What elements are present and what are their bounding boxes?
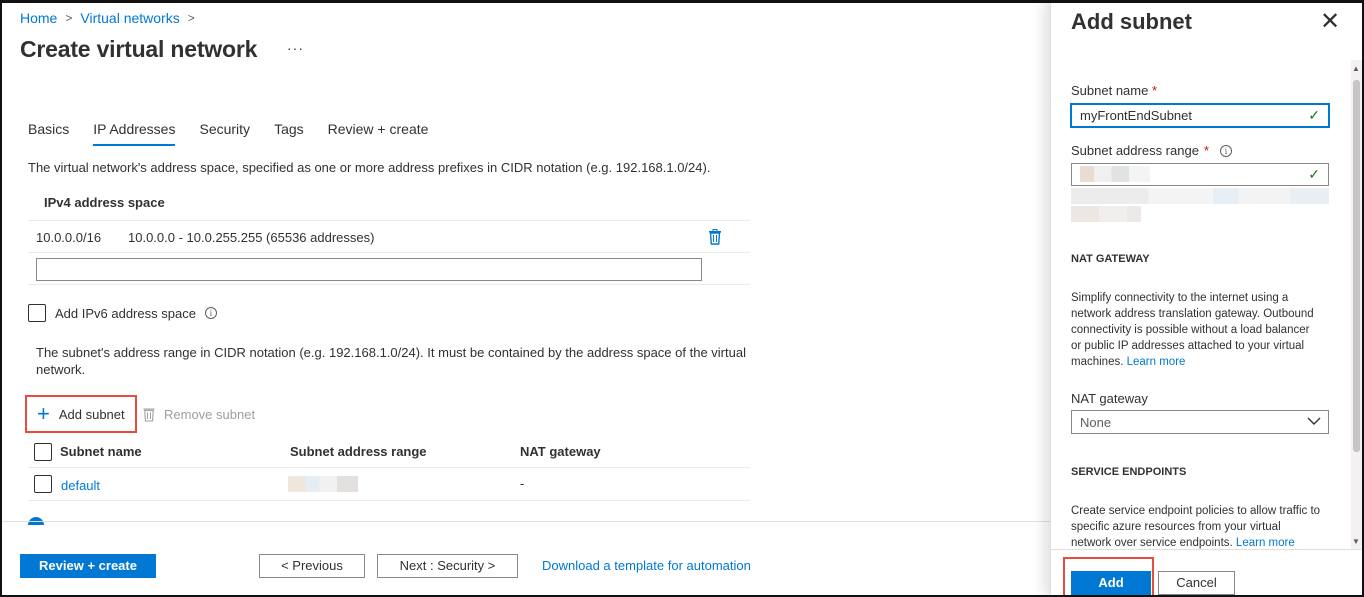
ipv6-label: Add IPv6 address space [55, 305, 196, 321]
cancel-button[interactable]: Cancel [1158, 571, 1235, 595]
close-icon[interactable]: ✕ [1320, 10, 1340, 34]
subnet-name-value: myFrontEndSubnet [1080, 108, 1193, 123]
trash-icon[interactable] [708, 229, 722, 245]
required-mark: * [1203, 143, 1209, 158]
blurred-value [1071, 206, 1141, 222]
table-row: default - [28, 469, 750, 501]
ipv4-table-header: IPv4 address space [28, 188, 750, 221]
review-create-button[interactable]: Review + create [20, 554, 156, 578]
required-mark: * [1151, 83, 1158, 98]
scroll-up-icon[interactable]: ▲ [1352, 64, 1360, 73]
blurred-range [288, 476, 358, 492]
row-checkbox[interactable] [34, 475, 52, 493]
previous-button[interactable]: < Previous [259, 554, 365, 578]
add-subnet-label: Add subnet [58, 406, 125, 422]
tab-review-create[interactable]: Review + create [328, 121, 429, 146]
nat-description-text: Simplify connectivity to the internet us… [1071, 292, 1314, 368]
learn-more-link[interactable]: Learn more [1236, 537, 1295, 549]
blurred-value [1080, 166, 1150, 182]
nat-gateway-label: NAT gateway [1071, 391, 1148, 406]
scrollbar-thumb[interactable] [1353, 80, 1360, 452]
tab-bar: Basics IP Addresses Security Tags Review… [28, 121, 452, 146]
column-subnet-range: Subnet address range [290, 444, 427, 459]
blurred-value [1071, 188, 1329, 204]
nat-gateway-value: None [1080, 415, 1112, 430]
ipv4-range: 10.0.0.0 - 10.0.255.255 (65536 addresses… [128, 230, 375, 245]
service-endpoints-heading: SERVICE ENDPOINTS [1071, 466, 1187, 478]
ipv4-new-row [28, 254, 750, 285]
ipv6-checkbox[interactable] [28, 304, 46, 322]
trash-icon [143, 408, 155, 422]
nat-value: - [520, 476, 525, 491]
subnet-description: The subnet's address range in CIDR notat… [36, 345, 746, 377]
subnet-name-link[interactable]: default [61, 478, 100, 493]
tab-tags[interactable]: Tags [274, 121, 304, 146]
ipv6-option: Add IPv6 address space i [28, 304, 217, 322]
chevron-right-icon: > [187, 11, 195, 25]
chevron-down-icon [1307, 417, 1321, 425]
ipv4-address-input[interactable] [36, 258, 702, 281]
plus-icon: + [37, 401, 50, 426]
info-icon[interactable]: i [1220, 144, 1232, 157]
checkmark-icon: ✓ [1308, 107, 1320, 123]
breadcrumb: Home > Virtual networks > [20, 10, 195, 26]
select-all-checkbox[interactable] [34, 443, 52, 461]
tab-security[interactable]: Security [199, 121, 250, 146]
page-title: Create virtual network [20, 36, 258, 62]
tab-ip-addresses[interactable]: IP Addresses [93, 121, 176, 146]
panel-title: Add subnet [1071, 9, 1192, 34]
chevron-right-icon: > [65, 11, 73, 25]
checkmark-icon: ✓ [1308, 166, 1320, 182]
breadcrumb-virtual-networks[interactable]: Virtual networks [80, 10, 179, 26]
subnet-name-label: Subnet name * [1071, 83, 1157, 98]
address-space-description: The virtual network's address space, spe… [28, 160, 711, 175]
add-subnet-button[interactable]: + Add subnet [25, 395, 137, 433]
learn-more-link[interactable]: Learn more [1127, 356, 1186, 368]
subnet-name-input[interactable]: myFrontEndSubnet ✓ [1070, 103, 1330, 128]
remove-subnet-label: Remove subnet [164, 407, 256, 422]
service-endpoints-description: Create service endpoint policies to allo… [1071, 503, 1321, 551]
add-button-highlight [1063, 557, 1154, 597]
ipv4-prefix: 10.0.0.0/16 [36, 230, 102, 245]
table-row: 10.0.0.0/16 10.0.0.0 - 10.0.255.255 (655… [28, 222, 750, 253]
subnet-range-label: Subnet address range * i [1071, 143, 1232, 158]
breadcrumb-home[interactable]: Home [20, 10, 57, 26]
nat-gateway-select[interactable]: None [1071, 410, 1329, 434]
column-subnet-name: Subnet name [60, 444, 142, 459]
download-template-link[interactable]: Download a template for automation [542, 558, 751, 573]
tab-basics[interactable]: Basics [28, 121, 69, 146]
info-icon[interactable]: i [204, 307, 217, 319]
scroll-down-icon[interactable]: ▼ [1352, 537, 1360, 546]
footer-divider [0, 521, 1050, 522]
column-nat-gateway: NAT gateway [520, 444, 601, 459]
subnet-table-header: Subnet name Subnet address range NAT gat… [28, 437, 750, 468]
nat-gateway-heading: NAT GATEWAY [1071, 253, 1150, 265]
remove-subnet-button[interactable]: Remove subnet [143, 407, 255, 422]
next-security-button[interactable]: Next : Security > [377, 554, 518, 578]
subnet-name-label-text: Subnet name [1071, 83, 1149, 98]
nat-description: Simplify connectivity to the internet us… [1071, 290, 1321, 370]
subnet-range-label-text: Subnet address range [1071, 143, 1199, 158]
more-icon[interactable]: ··· [287, 40, 304, 56]
